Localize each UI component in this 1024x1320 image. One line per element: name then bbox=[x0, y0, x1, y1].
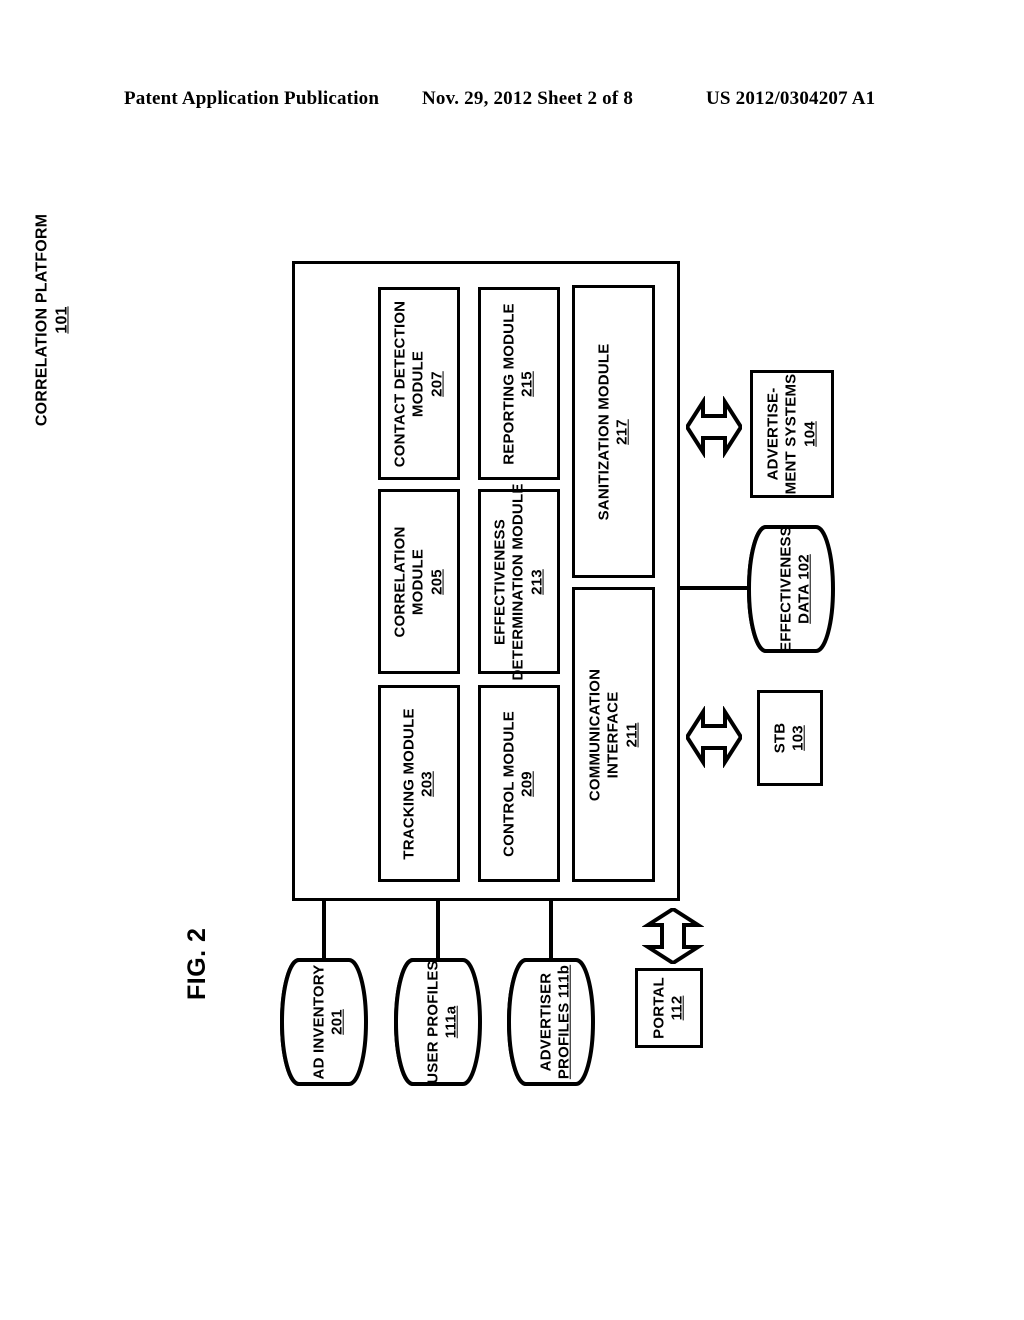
figure-2-diagram: CORRELATION PLATFORM 101 CONTACT DETECTI… bbox=[0, 0, 1024, 1320]
advertisement-systems-box: ADVERTISE- MENT SYSTEMS 104 bbox=[750, 370, 834, 498]
effectiveness-data-cylinder: EFFECTIVENESS DATA 102 bbox=[747, 525, 835, 653]
control-module-box: CONTROL MODULE 209 bbox=[478, 685, 560, 882]
communication-interface-box: COMMUNICATION INTERFACE 211 bbox=[572, 587, 655, 882]
contact-detection-module-box: CONTACT DETECTION MODULE 207 bbox=[378, 287, 460, 480]
advertisement-systems-label: ADVERTISE- MENT SYSTEMS 104 bbox=[764, 373, 819, 495]
connector-advertiser-profiles bbox=[549, 898, 553, 962]
effectiveness-determination-module-label: EFFECTIVENESS DETERMINATION MODULE 213 bbox=[491, 482, 546, 681]
connector-user-profiles bbox=[436, 898, 440, 962]
communication-interface-label: COMMUNICATION INTERFACE 211 bbox=[586, 668, 640, 801]
ad-inventory-label: AD INVENTORY 201 bbox=[310, 964, 347, 1080]
user-profiles-cylinder: USER PROFILES 111a bbox=[394, 958, 482, 1086]
effectiveness-determination-module-box: EFFECTIVENESS DETERMINATION MODULE 213 bbox=[478, 483, 560, 680]
reporting-module-box: REPORTING MODULE 215 bbox=[478, 287, 560, 480]
effectiveness-data-label: EFFECTIVENESS DATA 102 bbox=[777, 526, 814, 652]
correlation-platform-ref: 101 bbox=[53, 306, 70, 334]
advertiser-profiles-label: ADVERTISER PROFILES 111b bbox=[537, 964, 574, 1080]
user-profiles-label: USER PROFILES 111a bbox=[424, 960, 461, 1084]
portal-label: PORTAL 112 bbox=[650, 977, 686, 1039]
stb-box: STB 103 bbox=[757, 690, 823, 786]
correlation-module-box: CORRELATION MODULE 205 bbox=[378, 489, 460, 674]
tracking-module-box: TRACKING MODULE 203 bbox=[378, 685, 460, 882]
arrow-portal bbox=[642, 908, 704, 964]
correlation-platform-label: CORRELATION PLATFORM 101 bbox=[32, 214, 71, 426]
control-module-label: CONTROL MODULE 209 bbox=[500, 710, 536, 857]
connector-ad-inventory bbox=[322, 898, 326, 962]
arrow-advertisement-systems bbox=[686, 396, 742, 458]
correlation-platform-title: CORRELATION PLATFORM bbox=[33, 213, 51, 427]
advertiser-profiles-cylinder: ADVERTISER PROFILES 111b bbox=[507, 958, 595, 1086]
correlation-module-label: CORRELATION MODULE 205 bbox=[391, 525, 446, 638]
ad-inventory-cylinder: AD INVENTORY 201 bbox=[280, 958, 368, 1086]
arrow-stb bbox=[686, 706, 742, 768]
portal-box: PORTAL 112 bbox=[635, 968, 703, 1048]
tracking-module-label: TRACKING MODULE 203 bbox=[400, 707, 436, 860]
contact-detection-module-label: CONTACT DETECTION MODULE 207 bbox=[391, 300, 446, 467]
reporting-module-label: REPORTING MODULE 215 bbox=[500, 302, 536, 465]
sanitization-module-box: SANITIZATION MODULE 217 bbox=[572, 285, 655, 578]
connector-effectiveness-data bbox=[678, 586, 750, 590]
stb-label: STB 103 bbox=[771, 722, 807, 754]
sanitization-module-label: SANITIZATION MODULE 217 bbox=[595, 343, 631, 520]
